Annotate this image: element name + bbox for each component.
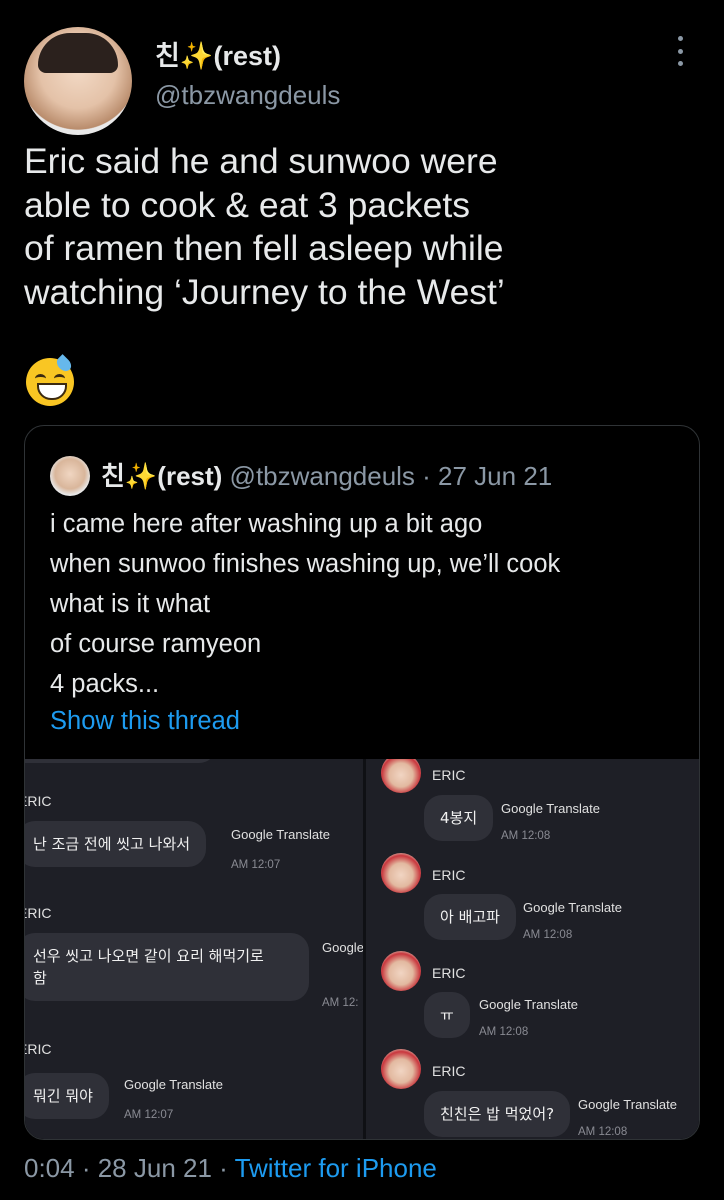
author-avatar[interactable] (24, 27, 132, 135)
quoted-avatar (50, 456, 90, 496)
translate-label: Google Translate (501, 801, 601, 816)
tweet-text: Eric said he and sunwoo were able to coo… (24, 141, 505, 312)
message-bubble: ㅠ (424, 992, 470, 1038)
chat-screenshot-right: ERIC 4봉지 Google Translate AM 12:08 ERIC … (366, 759, 699, 1139)
sender-avatar (381, 951, 421, 991)
sender-avatar (381, 759, 421, 793)
message-time: AM 12: (322, 997, 359, 1009)
tweet-timestamp[interactable]: 0:04 · 28 Jun 21 · (24, 1153, 235, 1183)
sender-name: ERIC (432, 767, 466, 783)
sender-name: ERIC (432, 965, 466, 981)
message-bubble: 선우 씻고 나오면 같이 요리 해먹기로 함 (25, 933, 309, 1001)
message-time: AM 12:08 (479, 1026, 529, 1038)
quoted-meta: @tbzwangdeuls · 27 Jun 21 (229, 461, 553, 491)
quoted-text: i came here after washing up a bit ago w… (50, 510, 561, 698)
translate-label: Google Translate (231, 827, 331, 842)
message-bubble (25, 759, 217, 763)
sender-avatar (381, 1049, 421, 1089)
translate-label: Google (322, 940, 364, 955)
translate-label: Google Translate (124, 1077, 224, 1092)
show-thread-link[interactable]: Show this thread (50, 707, 240, 736)
message-time: AM 12:07 (231, 859, 281, 871)
message-bubble: 4봉지 (424, 795, 494, 841)
message-time: AM 12:08 (501, 830, 551, 842)
translate-label: Google Translate (523, 900, 623, 915)
chat-screenshot-left: ERIC 난 조금 전에 씻고 나와서 Google Translate AM … (25, 759, 365, 1139)
translate-label: Google Translate (479, 997, 579, 1012)
sender-name: ERIC (25, 905, 52, 921)
translate-label: Google Translate (578, 1097, 678, 1112)
message-bubble: 친친은 밥 먹었어? (424, 1091, 571, 1137)
message-bubble: 뭐긴 뭐야 (25, 1073, 109, 1119)
quoted-name: 친✨(rest) (101, 461, 223, 491)
sender-name: ERIC (432, 1063, 466, 1079)
tweet-client-link[interactable]: Twitter for iPhone (235, 1153, 437, 1183)
sender-name: ERIC (25, 793, 52, 809)
quoted-tweet[interactable]: 친✨(rest) @tbzwangdeuls · 27 Jun 21 i cam… (24, 425, 700, 1140)
sender-name: ERIC (25, 1041, 52, 1057)
chat-screenshot-image[interactable]: ERIC 난 조금 전에 씻고 나와서 Google Translate AM … (25, 759, 699, 1139)
sweat-smile-emoji-icon (26, 354, 74, 406)
message-bubble: 난 조금 전에 씻고 나와서 (25, 821, 207, 867)
message-time: AM 12:07 (124, 1109, 174, 1121)
quoted-header: 친✨(rest) @tbzwangdeuls · 27 Jun 21 (101, 456, 552, 493)
sender-avatar (381, 853, 421, 893)
author-handle[interactable]: @tbzwangdeuls (155, 80, 340, 111)
tweet-footer: 0:04 · 28 Jun 21 · Twitter for iPhone (24, 1153, 437, 1184)
message-time: AM 12:08 (523, 929, 573, 941)
more-options-icon[interactable] (674, 36, 686, 66)
sender-name: ERIC (432, 867, 466, 883)
message-bubble: 아 배고파 (424, 894, 516, 940)
author-name[interactable]: 친✨(rest) (155, 34, 281, 73)
message-time: AM 12:08 (578, 1126, 628, 1138)
